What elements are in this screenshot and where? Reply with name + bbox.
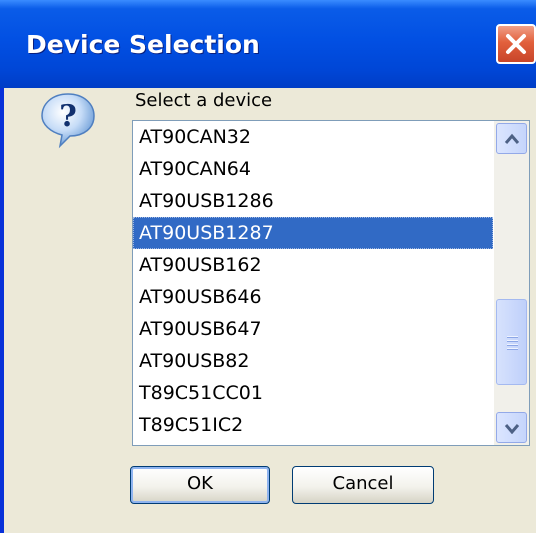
chevron-down-icon: [504, 424, 520, 434]
scroll-up-button[interactable]: [496, 123, 527, 154]
device-list-item[interactable]: AT90USB162: [133, 249, 493, 281]
device-list-item[interactable]: AT90USB1286: [133, 185, 493, 217]
grip-icon: [507, 336, 518, 352]
device-list-item[interactable]: T89C51CC01: [133, 377, 493, 409]
scroll-thumb[interactable]: [496, 299, 527, 385]
device-list-item[interactable]: AT90USB1287: [133, 217, 493, 249]
scroll-down-button[interactable]: [496, 412, 527, 443]
question-mark-icon: ?: [41, 93, 95, 149]
window-title: Device Selection: [26, 30, 260, 59]
device-list-item[interactable]: AT90USB647: [133, 313, 493, 345]
device-selection-dialog: Device Selection ? Select a device AT90C…: [0, 0, 536, 533]
device-list-item[interactable]: AT90USB646: [133, 281, 493, 313]
svg-text:?: ?: [59, 99, 77, 134]
close-button[interactable]: [496, 24, 536, 64]
select-device-label: Select a device: [135, 90, 273, 111]
device-list-item[interactable]: AT90CAN64: [133, 153, 493, 185]
device-list-item[interactable]: AT90USB82: [133, 345, 493, 377]
device-list-items: AT90CAN32 AT90CAN64 AT90USB1286 AT90USB1287…: [133, 121, 493, 441]
device-listbox[interactable]: AT90CAN32 AT90CAN64 AT90USB1286 AT90USB1287…: [132, 120, 530, 446]
vertical-scrollbar[interactable]: [494, 121, 529, 445]
cancel-button[interactable]: Cancel: [292, 466, 434, 504]
title-bar[interactable]: Device Selection: [0, 0, 536, 88]
close-icon: [506, 34, 526, 54]
ok-button[interactable]: OK: [130, 466, 270, 504]
device-list-item[interactable]: T89C51IC2: [133, 409, 493, 441]
device-list-item[interactable]: AT90CAN32: [133, 121, 493, 153]
chevron-up-icon: [504, 133, 520, 144]
